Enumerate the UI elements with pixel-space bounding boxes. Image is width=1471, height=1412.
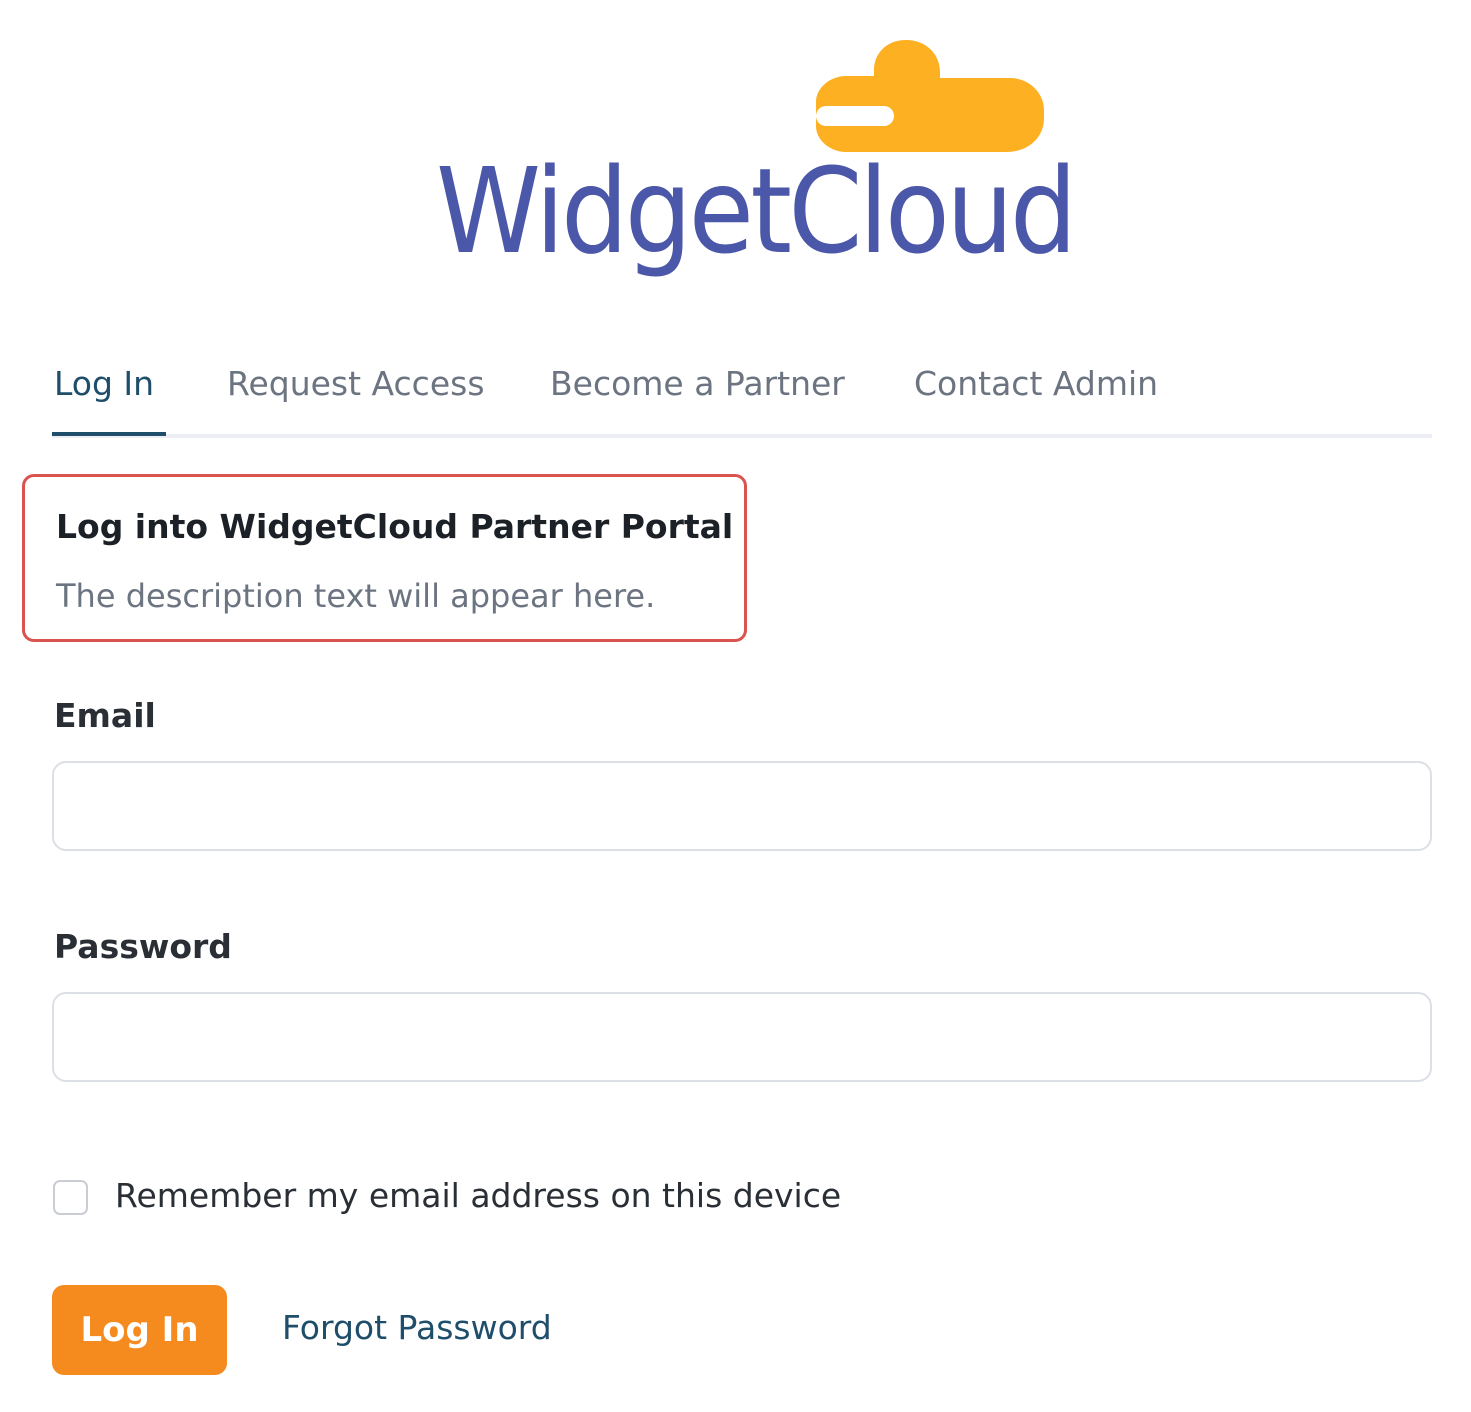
email-field[interactable] [52,761,1432,851]
password-label: Password [54,927,232,966]
widgetcloud-logo: WidgetCloud [436,40,1077,300]
email-label: Email [54,696,156,735]
intro-highlight-box: Log into WidgetCloud Partner Portal The … [22,474,747,642]
active-tab-indicator [52,432,166,436]
password-field[interactable] [52,992,1432,1082]
portal-title: Log into WidgetCloud Partner Portal [56,507,734,546]
forgot-password-link[interactable]: Forgot Password [282,1308,552,1347]
tab-request-access[interactable]: Request Access [227,364,485,403]
tab-contact-admin[interactable]: Contact Admin [914,364,1158,403]
remember-email-checkbox[interactable] [53,1180,88,1215]
remember-email-label[interactable]: Remember my email address on this device [115,1176,841,1215]
tab-become-a-partner[interactable]: Become a Partner [550,364,845,403]
login-page: WidgetCloud Log In Request Access Become… [0,0,1471,1412]
tab-log-in[interactable]: Log In [54,364,154,403]
tab-bar: Log In Request Access Become a Partner C… [52,350,1432,438]
portal-description: The description text will appear here. [56,577,656,615]
brand-name: WidgetCloud [436,142,1077,280]
log-in-button[interactable]: Log In [52,1285,227,1375]
